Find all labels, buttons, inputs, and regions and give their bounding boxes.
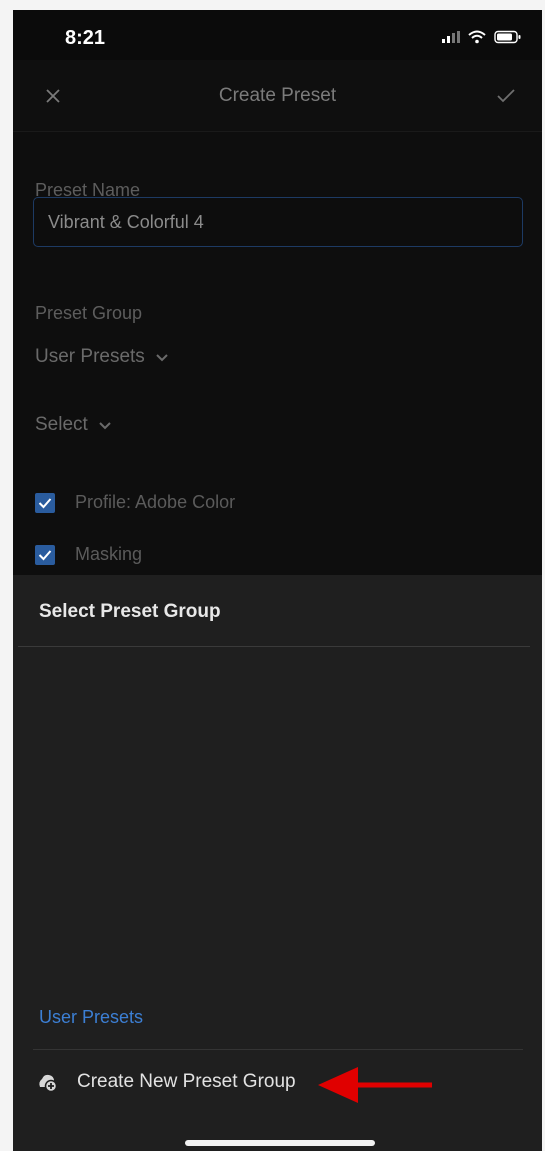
checkbox-masking-label: Masking bbox=[75, 544, 143, 564]
battery-icon bbox=[494, 30, 522, 44]
checkbox-checked-icon[interactable] bbox=[35, 544, 55, 565]
home-indicator[interactable] bbox=[185, 1140, 375, 1146]
sheet-title: Select Preset Group bbox=[39, 601, 221, 622]
status-icons bbox=[442, 30, 522, 44]
preset-form: Preset Name Preset Group User Presets Se… bbox=[13, 132, 542, 575]
status-bar: 8:21 bbox=[13, 10, 542, 60]
signal-icon bbox=[442, 31, 460, 43]
chevron-down-icon bbox=[156, 354, 168, 362]
wifi-icon bbox=[468, 30, 486, 44]
checkbox-checked-icon[interactable] bbox=[35, 492, 55, 513]
select-preset-group-sheet: Select Preset Group User Presets Create … bbox=[13, 575, 542, 1151]
red-arrow-annotation bbox=[318, 1067, 432, 1103]
create-new-preset-group-label: Create New Preset Group bbox=[77, 1071, 296, 1092]
chevron-down-icon bbox=[99, 422, 111, 430]
preset-group-value: User Presets bbox=[35, 346, 145, 367]
preset-group-dropdown[interactable]: User Presets bbox=[35, 346, 169, 368]
select-dropdown[interactable]: Select bbox=[35, 414, 112, 436]
phone-screen: 8:21 Create Preset Preset Name Vibrant &… bbox=[13, 10, 542, 1151]
divider bbox=[33, 1049, 523, 1050]
status-time: 8:21 bbox=[65, 27, 106, 49]
page-title: Create Preset bbox=[218, 85, 337, 106]
select-label: Select bbox=[35, 414, 88, 435]
create-new-preset-group-button[interactable]: Create New Preset Group bbox=[37, 1071, 296, 1093]
preset-name-input[interactable] bbox=[33, 197, 523, 247]
checkbox-masking[interactable]: Masking bbox=[35, 544, 142, 565]
checkmark-icon[interactable] bbox=[492, 82, 520, 110]
preset-group-label: Preset Group bbox=[35, 303, 143, 323]
add-group-icon bbox=[39, 1074, 58, 1093]
preset-group-option-user-presets[interactable]: User Presets bbox=[39, 1007, 143, 1028]
checkbox-profile-label: Profile: Adobe Color bbox=[75, 492, 236, 512]
preset-group-list[interactable] bbox=[18, 647, 530, 1007]
checkbox-profile[interactable]: Profile: Adobe Color bbox=[35, 492, 235, 513]
nav-bar: Create Preset bbox=[13, 60, 542, 132]
